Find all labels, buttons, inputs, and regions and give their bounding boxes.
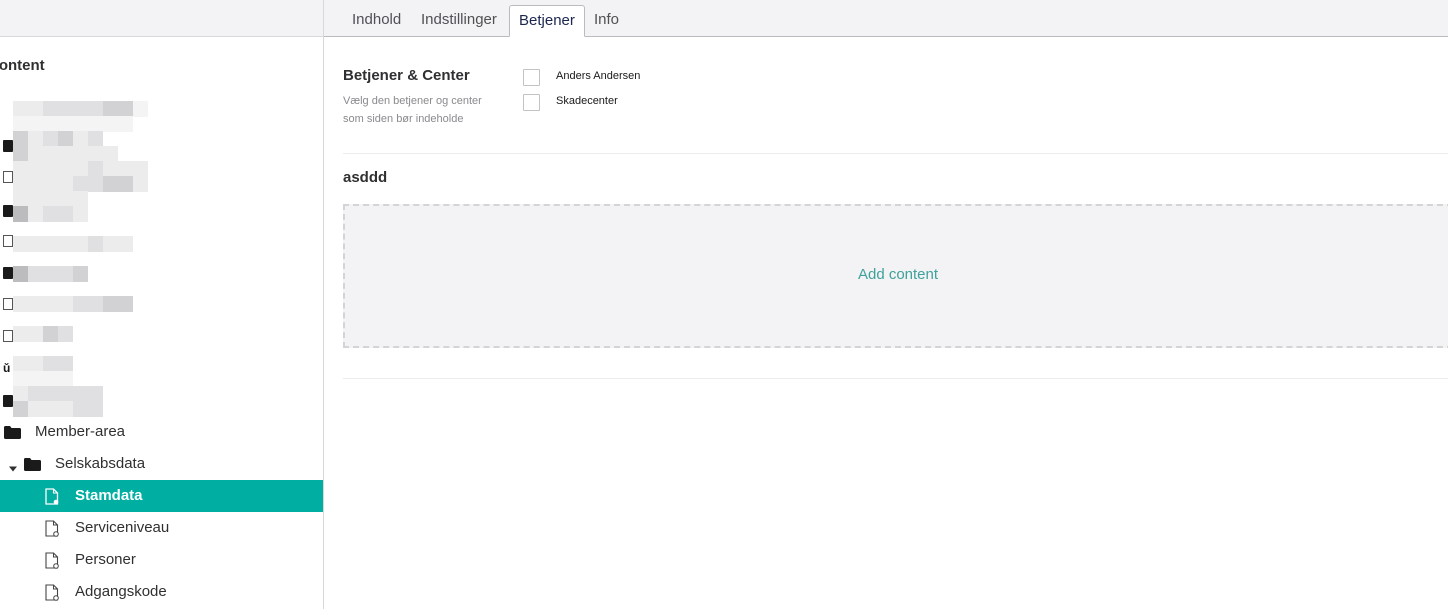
sidebar-header-bar bbox=[0, 0, 323, 37]
tab-info[interactable]: Info bbox=[585, 5, 628, 37]
tab-bar: Indhold Indstillinger Betjener Info bbox=[324, 0, 1448, 37]
redacted-tree-row[interactable] bbox=[0, 371, 150, 387]
folder-icon bbox=[24, 458, 41, 471]
tab-indstillinger[interactable]: Indstillinger bbox=[412, 5, 506, 37]
redacted-tree-row[interactable] bbox=[0, 101, 150, 117]
redacted-tree-row[interactable] bbox=[0, 266, 150, 282]
redacted-tree-row[interactable] bbox=[0, 386, 150, 402]
redacted-tree-row[interactable] bbox=[0, 116, 150, 132]
checkbox[interactable] bbox=[523, 94, 540, 111]
caret-down-icon[interactable] bbox=[9, 460, 17, 472]
tree-item-label: Member-area bbox=[35, 423, 126, 440]
editor-panel: Indhold Indstillinger Betjener Info Betj… bbox=[324, 0, 1448, 609]
tree-item-label: Personer bbox=[75, 551, 136, 568]
property-divider bbox=[343, 378, 1448, 379]
content-tree-sidebar: Content ǔ bbox=[0, 0, 324, 609]
tree-item-label: Stamdata bbox=[75, 487, 143, 504]
property-title: Betjener & Center bbox=[343, 67, 470, 84]
checkbox-label[interactable]: Skadecenter bbox=[556, 95, 618, 107]
document-icon bbox=[45, 488, 59, 505]
tree-item-serviceniveau[interactable]: Serviceniveau bbox=[0, 512, 323, 544]
redacted-tree-row[interactable] bbox=[0, 356, 150, 372]
redacted-tree-row[interactable] bbox=[0, 236, 150, 252]
redacted-tree-row[interactable] bbox=[0, 326, 150, 342]
tree-item-adgangskode[interactable]: Adgangskode bbox=[0, 576, 323, 608]
tab-indhold[interactable]: Indhold bbox=[343, 5, 410, 37]
document-icon bbox=[45, 520, 59, 537]
tree-item-selskabsdata[interactable]: Selskabsdata bbox=[0, 448, 323, 480]
tree-item-label: Serviceniveau bbox=[75, 519, 170, 536]
tree-item-personer[interactable]: Personer bbox=[0, 544, 323, 576]
redacted-tree-row[interactable] bbox=[0, 131, 150, 147]
add-content-link[interactable]: Add content bbox=[345, 266, 1448, 283]
add-content-area[interactable]: Add content bbox=[343, 204, 1448, 348]
checkbox[interactable] bbox=[523, 69, 540, 86]
document-icon bbox=[45, 584, 59, 601]
property-description: Vælg den betjener og center som siden bø… bbox=[343, 95, 482, 125]
folder-icon bbox=[4, 426, 21, 439]
tree-item-stamdata[interactable]: Stamdata bbox=[0, 480, 323, 512]
redacted-tree-row[interactable] bbox=[0, 191, 150, 207]
checkbox-label[interactable]: Anders Andersen bbox=[556, 70, 640, 82]
tree-title: Content bbox=[0, 57, 45, 74]
property-divider bbox=[343, 153, 1448, 154]
document-icon bbox=[45, 552, 59, 569]
redacted-tree-row[interactable] bbox=[0, 206, 150, 222]
redacted-tree-row[interactable] bbox=[0, 146, 150, 162]
redacted-tree-row[interactable] bbox=[0, 161, 150, 177]
tree-item-member-area[interactable]: Member-area bbox=[0, 416, 323, 448]
tab-betjener[interactable]: Betjener bbox=[509, 5, 585, 37]
tree-item-label: Selskabsdata bbox=[55, 455, 146, 472]
tree-item-label: Adgangskode bbox=[75, 583, 167, 600]
grid-title: asddd bbox=[343, 169, 388, 186]
redacted-tree-row[interactable] bbox=[0, 176, 150, 192]
redacted-tree-row[interactable] bbox=[0, 401, 150, 417]
redacted-tree-row[interactable] bbox=[0, 296, 150, 312]
